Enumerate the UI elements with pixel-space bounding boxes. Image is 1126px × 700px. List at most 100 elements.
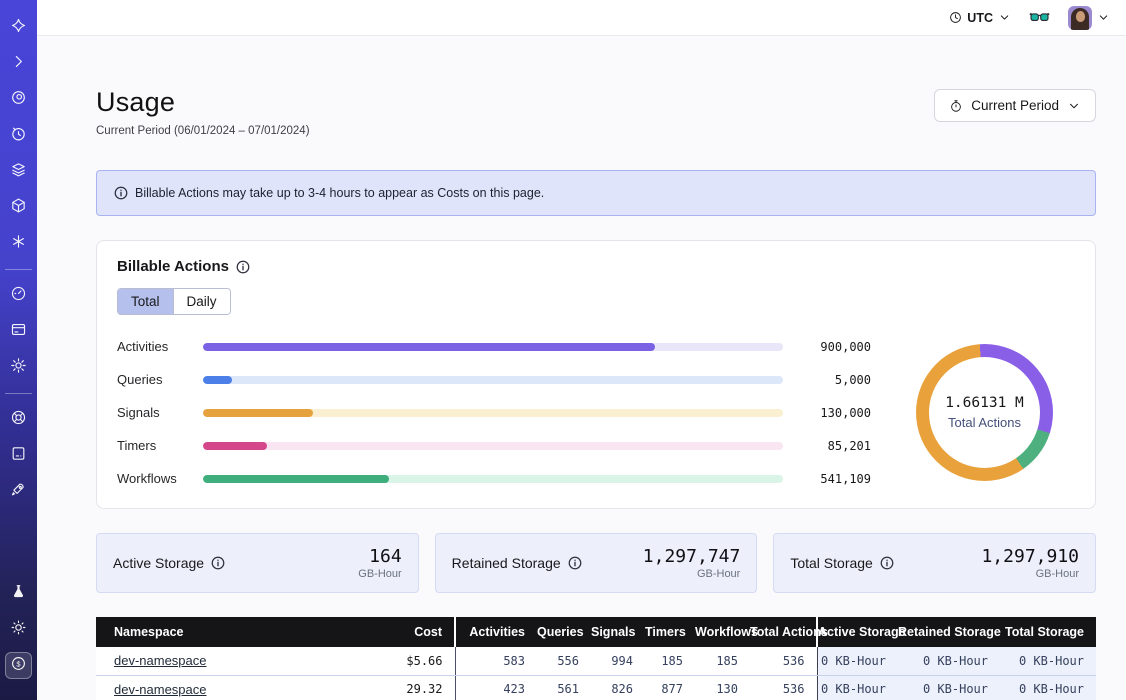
cell-total-actions: 536 — [750, 647, 817, 675]
cell-workflows: 185 — [695, 647, 750, 675]
bar-row-workflows: Workflows 541,109 — [117, 471, 871, 486]
info-icon[interactable] — [880, 556, 894, 570]
info-icon[interactable] — [211, 556, 225, 570]
cell-timers: 185 — [645, 647, 695, 675]
tab-total[interactable]: Total — [118, 289, 173, 314]
period-selector-button[interactable]: Current Period — [934, 89, 1096, 122]
bar-row-timers: Timers 85,201 — [117, 438, 871, 453]
sidebar-item-docs[interactable] — [5, 442, 32, 469]
page-subtitle: Current Period (06/01/2024 – 07/01/2024) — [96, 125, 310, 137]
gauge-icon — [10, 285, 27, 307]
total-storage-card: Total Storage 1,297,910 GB-Hour — [773, 533, 1096, 593]
cell-workflows: 130 — [695, 675, 750, 700]
bar-fill — [203, 475, 389, 483]
tab-daily[interactable]: Daily — [173, 289, 230, 314]
storage-card-unit: GB-Hour — [358, 568, 401, 580]
browser-window-icon — [10, 321, 27, 343]
sidebar-item-settings[interactable] — [5, 354, 32, 381]
sidebar-item-labs[interactable] — [5, 580, 32, 607]
info-icon[interactable] — [568, 556, 582, 570]
gear-icon — [10, 357, 27, 379]
life-ring-icon — [10, 409, 27, 431]
avatar — [1068, 6, 1092, 30]
donut-total-value: 1.66131 M — [945, 395, 1024, 411]
main-content: Usage Current Period (06/01/2024 – 07/01… — [37, 36, 1126, 700]
bar-row-signals: Signals 130,000 — [117, 405, 871, 420]
sidebar-item-stack[interactable] — [5, 158, 32, 185]
chevron-down-icon — [1067, 99, 1081, 113]
sidebar-item-namespaces[interactable] — [5, 86, 32, 113]
bar-row-activities: Activities 900,000 — [117, 339, 871, 354]
namespace-link[interactable]: dev-namespace — [114, 682, 207, 697]
flask-icon — [10, 583, 27, 605]
col-active-storage: Active Storage — [817, 617, 898, 647]
bar-value: 900,000 — [783, 340, 871, 354]
bar-label: Timers — [117, 438, 203, 453]
sidebar-divider — [5, 393, 32, 394]
cell-queries: 556 — [537, 647, 591, 675]
sun-icon — [10, 619, 27, 641]
col-total-actions: Total Actions — [750, 617, 817, 647]
namespace-link[interactable]: dev-namespace — [114, 653, 207, 668]
billable-tabs: Total Daily — [117, 288, 231, 315]
sidebar-item-billing[interactable]: $ — [5, 652, 32, 679]
cell-total-actions: 536 — [750, 675, 817, 700]
storage-card-label: Active Storage — [113, 555, 204, 571]
bar-track — [203, 343, 783, 351]
info-icon[interactable] — [236, 260, 250, 274]
sidebar-item-console[interactable] — [5, 318, 32, 345]
table-row: dev-namespace $5.66 583 556 994 185 185 … — [96, 647, 1096, 675]
cell-cost: 29.32 — [351, 675, 455, 700]
sidebar-expand-button[interactable] — [5, 50, 32, 77]
bar-track — [203, 442, 783, 450]
billable-actions-card: Billable Actions Total Daily Activities … — [96, 240, 1096, 509]
sidebar-item-support[interactable] — [5, 406, 32, 433]
cell-signals: 994 — [591, 647, 645, 675]
page-title: Usage — [96, 87, 310, 118]
timezone-selector[interactable]: UTC — [949, 11, 1011, 25]
cell-total-storage: 0 KB-Hour — [1000, 675, 1096, 700]
sidebar: $ — [0, 0, 37, 700]
clock-icon — [949, 11, 962, 24]
storage-card-label: Total Storage — [790, 555, 873, 571]
bar-track — [203, 475, 783, 483]
bar-row-queries: Queries 5,000 — [117, 372, 871, 387]
temporal-logo-icon — [10, 17, 27, 39]
cell-cost: $5.66 — [351, 647, 455, 675]
col-timers: Timers — [645, 617, 695, 647]
timer-clock-icon — [10, 125, 27, 147]
billable-chart: Activities 900,000 Queries 5,000 — [117, 339, 1075, 486]
donut-total-label: Total Actions — [948, 415, 1021, 430]
sidebar-item-home[interactable] — [5, 14, 32, 41]
col-cost: Cost — [351, 617, 455, 647]
chevron-right-icon — [10, 53, 27, 75]
sidebar-item-nexus[interactable] — [5, 230, 32, 257]
chevron-down-icon — [1097, 11, 1110, 24]
col-queries: Queries — [537, 617, 591, 647]
sidebar-divider — [5, 269, 32, 270]
book-icon — [10, 445, 27, 467]
storage-card-value: 1,297,910 — [981, 546, 1079, 567]
bar-fill — [203, 409, 313, 417]
bar-label: Activities — [117, 339, 203, 354]
asterisk-icon — [10, 233, 27, 255]
sidebar-item-getting-started[interactable] — [5, 478, 32, 505]
cell-queries: 561 — [537, 675, 591, 700]
feedback-button[interactable] — [1029, 11, 1050, 25]
sidebar-item-usage[interactable] — [5, 282, 32, 309]
sidebar-item-theme[interactable] — [5, 616, 32, 643]
storage-card-value: 164 — [358, 546, 401, 567]
rocket-icon — [10, 481, 27, 503]
sidebar-item-schedules[interactable] — [5, 122, 32, 149]
bar-fill — [203, 343, 655, 351]
storage-card-unit: GB-Hour — [981, 568, 1079, 580]
bar-value: 85,201 — [783, 439, 871, 453]
bar-label: Workflows — [117, 471, 203, 486]
col-namespace: Namespace — [96, 617, 351, 647]
cell-total-storage: 0 KB-Hour — [1000, 647, 1096, 675]
sidebar-item-deployments[interactable] — [5, 194, 32, 221]
bar-label: Signals — [117, 405, 203, 420]
col-retained-storage: Retained Storage — [898, 617, 1000, 647]
table-row: dev-namespace 29.32 423 561 826 877 130 … — [96, 675, 1096, 700]
user-menu[interactable] — [1068, 6, 1110, 30]
